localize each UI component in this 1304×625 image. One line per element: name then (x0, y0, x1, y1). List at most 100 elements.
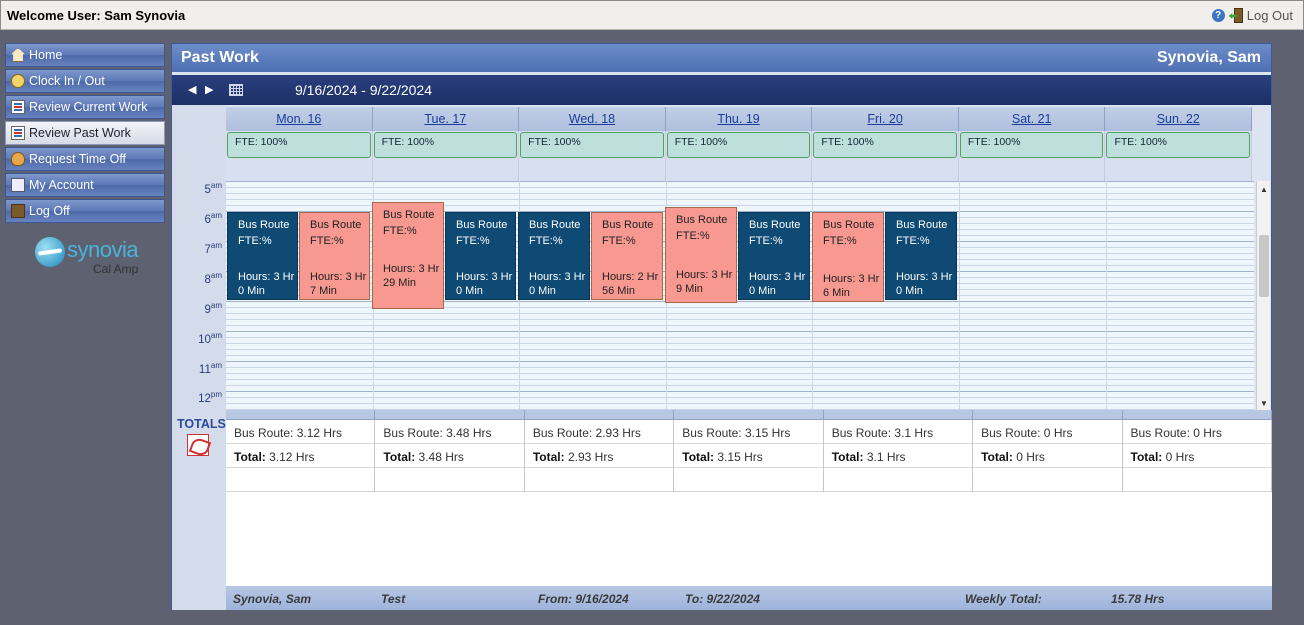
grid-line (226, 343, 1254, 344)
logout-door-icon[interactable] (1228, 8, 1243, 23)
day-header-fri[interactable]: Fri. 20 (812, 107, 959, 131)
fte-badge[interactable]: FTE: 100% (666, 132, 811, 158)
sidebar-item-home[interactable]: Home (5, 43, 165, 67)
totals-column: Bus Route: 0 Hrs Total: 0 Hrs (1122, 420, 1272, 492)
hour-label: 6am (204, 211, 222, 226)
help-icon[interactable]: ? (1211, 9, 1225, 22)
scroll-up-icon[interactable]: ▲ (1260, 185, 1268, 194)
next-week-icon[interactable]: ▶ (205, 83, 215, 97)
grid-line (226, 181, 1254, 182)
grid-line (226, 349, 1254, 350)
hour-labels: 5am 6am 7am 8am 9am 10am 11am 12pm (172, 181, 226, 410)
hour-label: 9am (204, 301, 222, 316)
grid-line (226, 361, 1254, 362)
day-header-sat[interactable]: Sat. 21 (959, 107, 1106, 131)
previous-week-icon[interactable]: ◀ (188, 83, 198, 97)
grid-line (226, 367, 1254, 368)
hour-label: 12pm (198, 390, 222, 405)
fte-badge[interactable]: FTE: 100% (520, 132, 664, 158)
hour-label: 11am (198, 361, 222, 376)
work-event[interactable]: Bus Route FTE:% Hours: 3 Hr 7 Min (299, 212, 370, 300)
work-event[interactable]: Bus Route FTE:% Hours: 3 Hr 0 Min (738, 212, 810, 300)
day-header-tue[interactable]: Tue. 17 (373, 107, 520, 131)
work-event[interactable]: Bus Route FTE:% Hours: 2 Hr 56 Min (591, 212, 663, 300)
footer-from: From: 9/16/2024 (538, 592, 629, 606)
user-name: Synovia, Sam (1156, 49, 1261, 66)
card-icon (11, 178, 25, 192)
sidebar-item-review-current-work[interactable]: Review Current Work (5, 95, 165, 119)
route-total: Bus Route: 3.48 Hrs (375, 420, 524, 444)
route-total: Bus Route: 0 Hrs (1122, 420, 1271, 444)
day-header-thu[interactable]: Thu. 19 (666, 107, 813, 131)
work-event[interactable]: Bus Route FTE:% Hours: 3 Hr 0 Min (445, 212, 516, 300)
grid-column-line (959, 181, 960, 410)
work-event[interactable]: Bus Route FTE:% Hours: 3 Hr 9 Min (665, 207, 737, 303)
scrollbar-thumb[interactable] (1259, 235, 1269, 297)
grid-line (226, 319, 1254, 320)
pdf-icon[interactable] (187, 434, 209, 456)
day-header-wed[interactable]: Wed. 18 (519, 107, 666, 131)
route-total: Bus Route: 3.12 Hrs (226, 420, 375, 444)
sidebar-item-label: Home (29, 48, 63, 62)
work-event[interactable]: Bus Route FTE:% Hours: 3 Hr 0 Min (227, 212, 298, 300)
past-work-panel: Past Work Synovia, Sam ◀ ▶ 9/16/2024 - 9… (171, 43, 1272, 610)
grid-line (226, 397, 1254, 398)
sidebar-item-clock-in-out[interactable]: Clock In / Out (5, 69, 165, 93)
date-range: 9/16/2024 - 9/22/2024 (295, 82, 433, 98)
sidebar-item-label: Review Current Work (29, 100, 148, 114)
footer-weekly-total: 15.78 Hrs (1111, 592, 1165, 606)
logout-area[interactable]: ? Log Out (1211, 8, 1293, 23)
totals-table: Bus Route: 3.12 Hrs Total: 3.12 Hrs Bus … (226, 410, 1272, 586)
sidebar-item-review-past-work[interactable]: Review Past Work (5, 121, 165, 145)
page-title: Past Work (181, 49, 259, 66)
work-event[interactable]: Bus Route FTE:% Hours: 3 Hr 6 Min (812, 212, 884, 302)
day-total: Total: 0 Hrs (1122, 444, 1271, 468)
sidebar-item-label: Review Past Work (29, 126, 131, 140)
work-event[interactable]: Bus Route FTE:% Hours: 3 Hr 29 Min (372, 202, 444, 309)
route-total: Bus Route: 0 Hrs (973, 420, 1122, 444)
totals-side: TOTALS (172, 410, 226, 610)
hour-label: 10am (198, 331, 222, 346)
day-header-mon[interactable]: Mon. 16 (226, 107, 373, 131)
sidebar-item-log-off[interactable]: Log Off (5, 199, 165, 223)
totals-column: Bus Route: 0 Hrs Total: 0 Hrs (973, 420, 1123, 492)
grid-line (226, 379, 1254, 380)
work-event[interactable]: Bus Route FTE:% Hours: 3 Hr 0 Min (885, 212, 957, 300)
schedule-grid[interactable]: Bus Route FTE:% Hours: 3 Hr 0 Min Bus Rout… (226, 181, 1254, 410)
sidebar-item-label: Clock In / Out (29, 74, 105, 88)
sidebar-item-my-account[interactable]: My Account (5, 173, 165, 197)
door-icon (11, 204, 25, 218)
sidebar-item-request-time-off[interactable]: Request Time Off (5, 147, 165, 171)
day-total: Total: 3.12 Hrs (226, 444, 375, 468)
route-total: Bus Route: 2.93 Hrs (524, 420, 674, 444)
fte-badge[interactable]: FTE: 100% (1106, 132, 1251, 158)
logo-globe-icon (35, 237, 65, 267)
sidebar-item-label: Log Off (29, 204, 70, 218)
route-total: Bus Route: 3.1 Hrs (823, 420, 973, 444)
logo-subtext: Cal Amp (93, 262, 139, 276)
fte-badge[interactable]: FTE: 100% (373, 132, 518, 158)
synovia-logo: synovia Cal Amp (35, 235, 145, 280)
totals-column: Bus Route: 3.48 Hrs Total: 3.48 Hrs (375, 420, 525, 492)
schedule-scrollbar[interactable]: ▲ ▼ (1256, 181, 1270, 410)
day-total: Total: 3.15 Hrs (674, 444, 823, 468)
totals-label: TOTALS (177, 417, 226, 431)
top-bar: Welcome User: Sam Synovia ? Log Out (0, 0, 1304, 30)
panel-title-bar: Past Work Synovia, Sam (172, 44, 1271, 72)
work-event[interactable]: Bus Route FTE:% Hours: 3 Hr 0 Min (518, 212, 590, 300)
day-header-sun[interactable]: Sun. 22 (1105, 107, 1253, 131)
grid-line (226, 199, 1254, 200)
grid-line (226, 385, 1254, 386)
calendar-icon[interactable] (229, 84, 243, 96)
grid-line (226, 373, 1254, 374)
fte-badge[interactable]: FTE: 100% (227, 132, 371, 158)
day-total: Total: 2.93 Hrs (524, 444, 674, 468)
logout-link[interactable]: Log Out (1247, 8, 1293, 23)
footer-weekly-label: Weekly Total: (965, 592, 1042, 606)
fte-badge[interactable]: FTE: 100% (813, 132, 957, 158)
fte-badge[interactable]: FTE: 100% (959, 132, 1104, 158)
grid-line (226, 193, 1254, 194)
scroll-down-icon[interactable]: ▼ (1260, 399, 1268, 408)
day-total: Total: 0 Hrs (973, 444, 1122, 468)
day-total: Total: 3.1 Hrs (823, 444, 973, 468)
